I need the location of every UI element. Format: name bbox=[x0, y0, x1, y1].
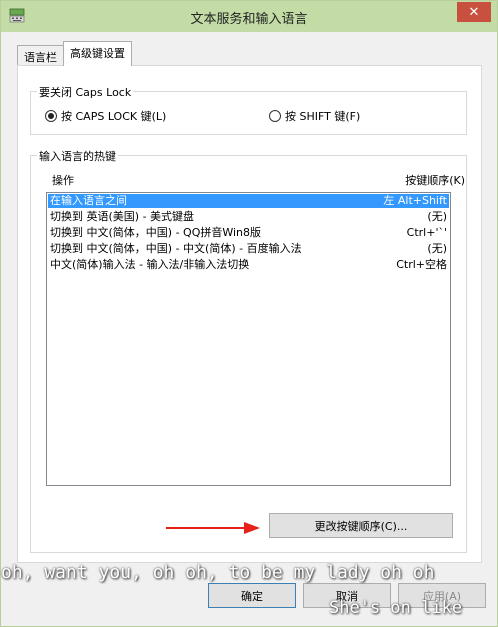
caps-lock-group-label: 要关闭 Caps Lock bbox=[37, 84, 134, 100]
column-header-action: 操作 bbox=[52, 174, 74, 187]
radio-shift[interactable]: 按 SHIFT 键(F) bbox=[269, 108, 360, 124]
change-key-sequence-button[interactable]: 更改按键顺序(C)... bbox=[269, 513, 453, 538]
window-title: 文本服务和输入语言 bbox=[190, 12, 308, 27]
hotkey-list[interactable]: 在输入语言之间 左 Alt+Shift 切换到 英语(美国) - 美式键盘 (无… bbox=[46, 192, 451, 486]
list-item-action: 切换到 中文(简体，中国) - 中文(简体) - 百度输入法 bbox=[50, 242, 302, 255]
radio-on-icon bbox=[45, 110, 57, 122]
dialog-window: 文本服务和输入语言 ✕ 语言栏 高级键设置 要关闭 Caps Lock 按 CA… bbox=[0, 0, 498, 627]
tab-panel: 要关闭 Caps Lock 按 CAPS LOCK 键(L) 按 SHIFT 键… bbox=[17, 65, 482, 563]
list-item-action: 切换到 中文(简体，中国) - QQ拼音Win8版 bbox=[50, 226, 262, 239]
radio-caps-lock[interactable]: 按 CAPS LOCK 键(L) bbox=[45, 108, 166, 124]
radio-shift-label: 按 SHIFT 键(F) bbox=[285, 110, 361, 123]
list-item[interactable]: 切换到 中文(简体，中国) - QQ拼音Win8版 Ctrl+'`' bbox=[48, 226, 449, 240]
apply-button[interactable]: 应用(A) bbox=[398, 583, 486, 608]
column-header-key-sequence: 按键顺序(K) bbox=[405, 174, 465, 187]
radio-caps-lock-label: 按 CAPS LOCK 键(L) bbox=[61, 110, 167, 123]
lyric-overlay-line1: oh, want you, oh oh, to be my lady oh oh bbox=[1, 562, 435, 583]
list-item[interactable]: 在输入语言之间 左 Alt+Shift bbox=[48, 194, 449, 208]
list-item-keys: (无) bbox=[427, 210, 447, 223]
list-item[interactable]: 中文(简体)输入法 - 输入法/非输入法切换 Ctrl+空格 bbox=[48, 258, 449, 272]
close-icon: ✕ bbox=[468, 4, 480, 20]
title-bar[interactable]: 文本服务和输入语言 ✕ bbox=[1, 1, 497, 32]
list-item-keys: Ctrl+'`' bbox=[406, 226, 447, 239]
caps-lock-group: 要关闭 Caps Lock 按 CAPS LOCK 键(L) 按 SHIFT 键… bbox=[30, 84, 467, 135]
list-item-keys: Ctrl+空格 bbox=[396, 258, 447, 271]
list-item-action: 在输入语言之间 bbox=[50, 194, 127, 207]
radio-off-icon bbox=[269, 110, 281, 122]
close-button[interactable]: ✕ bbox=[457, 2, 491, 22]
list-item-keys: (无) bbox=[427, 242, 447, 255]
tab-advanced-key-settings[interactable]: 高级键设置 bbox=[63, 41, 132, 66]
list-item-action: 切换到 英语(美国) - 美式键盘 bbox=[50, 210, 195, 223]
list-item-keys: 左 Alt+Shift bbox=[383, 194, 447, 207]
tab-language-bar[interactable]: 语言栏 bbox=[17, 45, 64, 65]
cancel-button[interactable]: 取消 bbox=[303, 583, 391, 608]
list-item[interactable]: 切换到 中文(简体，中国) - 中文(简体) - 百度输入法 (无) bbox=[48, 242, 449, 256]
ok-button[interactable]: 确定 bbox=[208, 583, 296, 608]
red-arrow-icon bbox=[166, 522, 260, 534]
list-item-action: 中文(简体)输入法 - 输入法/非输入法切换 bbox=[50, 258, 250, 271]
list-item[interactable]: 切换到 英语(美国) - 美式键盘 (无) bbox=[48, 210, 449, 224]
hotkeys-group-label: 输入语言的热键 bbox=[37, 148, 118, 164]
